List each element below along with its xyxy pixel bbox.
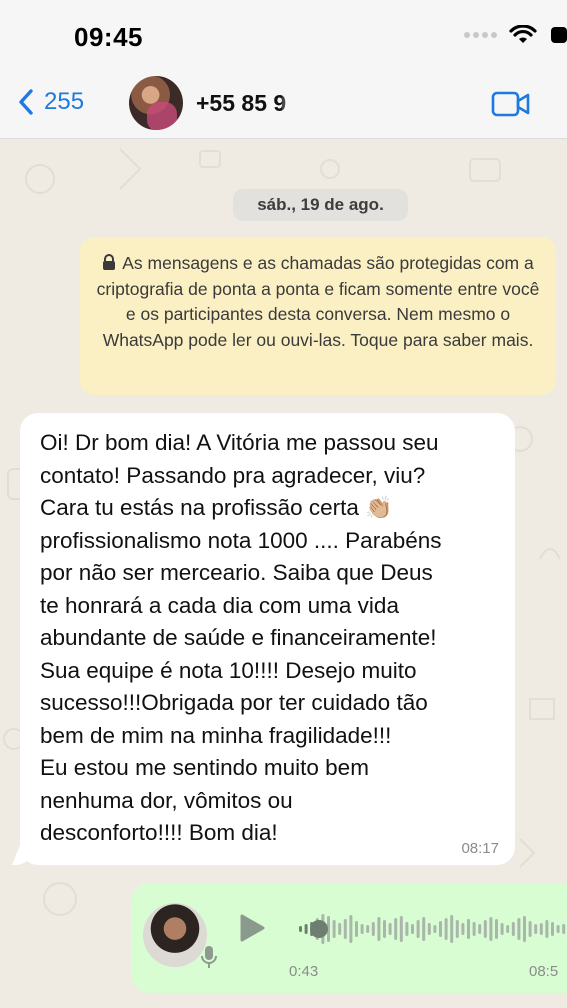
status-time: 09:45 (74, 22, 143, 52)
wifi-icon (509, 25, 537, 43)
redacted-area (282, 86, 432, 120)
incoming-message[interactable]: Oi! Dr bom dia! A Vitória me passou seu … (20, 413, 515, 865)
lock-icon (103, 254, 116, 270)
incoming-message-time: 08:17 (461, 840, 499, 857)
chat-area[interactable]: sáb., 19 de ago. As mensagens e as chama… (0, 139, 567, 1008)
status-icons (464, 24, 567, 46)
voice-duration: 0:43 (289, 963, 319, 980)
play-icon[interactable] (239, 913, 265, 943)
encryption-notice-text: As mensagens e as chamadas são protegida… (96, 253, 540, 350)
cellular-signal-icon (464, 32, 497, 38)
contact-name[interactable]: +55 85 9 (196, 90, 286, 117)
battery-icon (551, 27, 567, 43)
message-text-part-2: profissionalismo nota 1000 .... Parabéns… (40, 527, 442, 846)
video-call-icon[interactable] (491, 90, 531, 118)
status-bar: 09:45 (0, 0, 567, 72)
back-chevron-icon (19, 89, 33, 115)
chat-header: 255 +55 85 9 (0, 72, 567, 139)
back-button[interactable]: 255 (18, 88, 84, 116)
voice-waveform[interactable] (295, 909, 567, 949)
outgoing-voice-message[interactable]: 0:43 08:5 (131, 883, 567, 993)
contact-avatar[interactable] (129, 76, 183, 130)
sender-avatar (143, 903, 207, 967)
date-separator: sáb., 19 de ago. (233, 189, 408, 221)
voice-message-time: 08:5 (529, 963, 559, 980)
incoming-message-text: Oi! Dr bom dia! A Vitória me passou seu … (40, 427, 503, 850)
waveform-scrubber[interactable] (310, 920, 328, 938)
clapping-hands-emoji: 👏🏼 (365, 495, 393, 520)
back-count: 255 (44, 88, 85, 115)
mic-icon (201, 946, 217, 968)
encryption-notice[interactable]: As mensagens e as chamadas são protegida… (80, 237, 556, 395)
